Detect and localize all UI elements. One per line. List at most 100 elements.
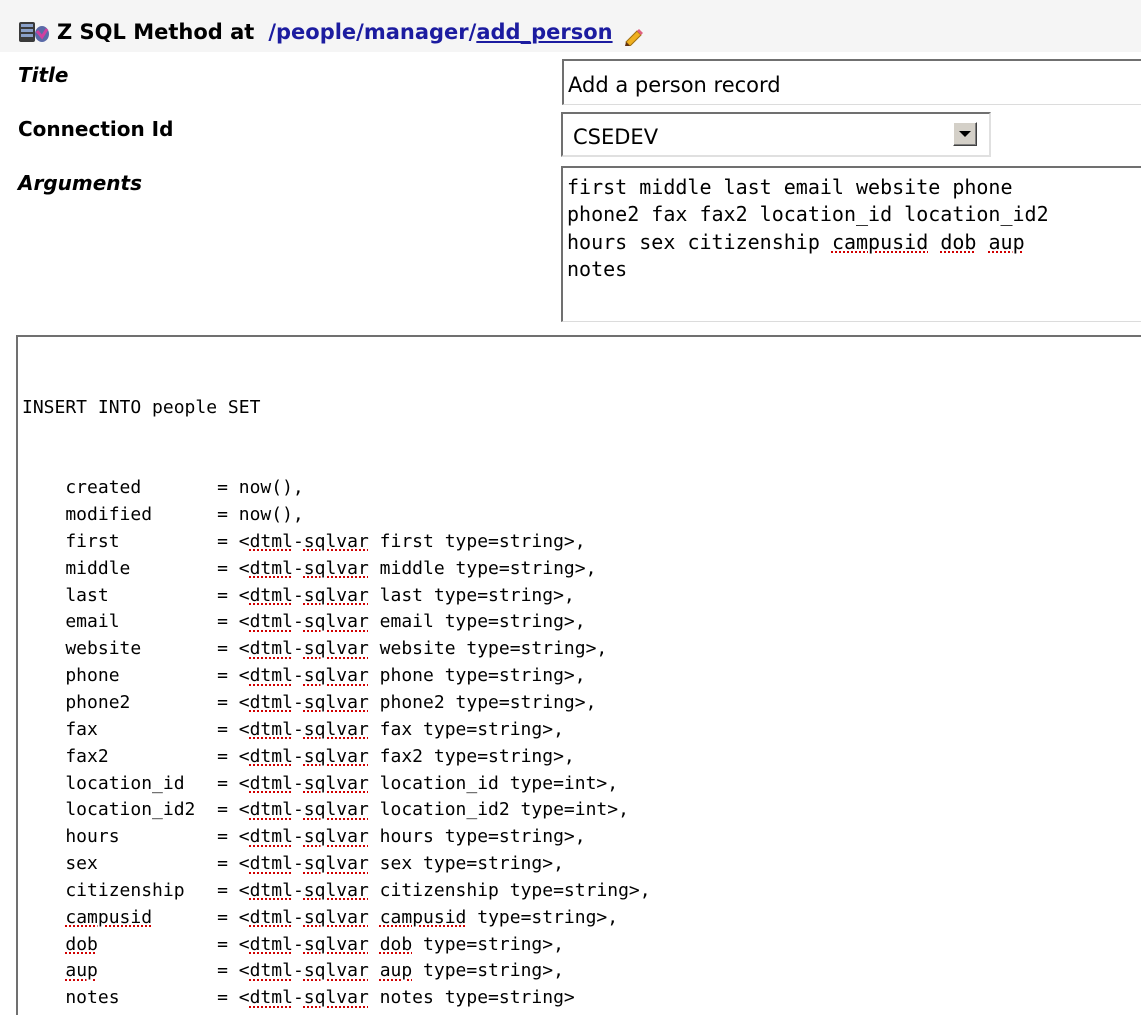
sql-var: fax bbox=[379, 718, 413, 740]
arguments-textarea[interactable]: first middle last email website phone pho… bbox=[561, 166, 1141, 322]
sql-eq: = < bbox=[217, 879, 250, 901]
sql-tag-dtml: dtml bbox=[249, 745, 293, 767]
sql-tag-dtml: dtml bbox=[249, 933, 293, 955]
sql-column-name: aup bbox=[65, 960, 98, 982]
sql-tag-dash: - bbox=[292, 530, 304, 552]
sql-space bbox=[369, 611, 380, 632]
sql-line: website = <dtml-sqlvar website type=stri… bbox=[22, 636, 1141, 663]
sql-var: email bbox=[379, 611, 434, 633]
sql-tag-sqlvar: sqlvar bbox=[303, 691, 369, 713]
sql-tag-dash: - bbox=[292, 879, 304, 901]
arguments-line: notes bbox=[567, 257, 628, 282]
sql-type: type=string>, bbox=[466, 906, 619, 928]
sql-type: type=string>, bbox=[423, 584, 575, 606]
sql-line: fax = <dtml-sqlvar fax type=string>, bbox=[22, 717, 1141, 744]
sql-eq: = < bbox=[217, 530, 250, 552]
sql-tag-dash: - bbox=[292, 584, 304, 606]
sql-eq: = < bbox=[217, 799, 250, 821]
sql-eq: = < bbox=[217, 987, 250, 1009]
sql-tag-dtml: dtml bbox=[249, 718, 293, 740]
sql-tag-dash: - bbox=[292, 557, 304, 579]
sql-line: last = <dtml-sqlvar last type=string>, bbox=[22, 583, 1141, 610]
title-input[interactable]: Add a person record bbox=[562, 59, 1141, 105]
sql-var: last bbox=[379, 584, 424, 606]
sql-value: = now(), bbox=[217, 504, 304, 526]
sql-eq: = < bbox=[217, 826, 250, 848]
sql-line: INSERT INTO people SET bbox=[22, 396, 261, 418]
sql-line: middle = <dtml-sqlvar middle type=string… bbox=[22, 556, 1141, 583]
sql-column: phone2 bbox=[22, 691, 218, 713]
path-prefix: /people/manager/ bbox=[268, 20, 477, 44]
sql-line: aup = <dtml-sqlvar aup type=string>, bbox=[22, 958, 1141, 985]
sql-tag-sqlvar: sqlvar bbox=[303, 826, 369, 848]
sql-var: location_id bbox=[379, 772, 499, 794]
sql-line: campusid = <dtml-sqlvar campusid type=st… bbox=[22, 905, 1141, 932]
sql-type: type=string>, bbox=[433, 530, 586, 552]
sql-space bbox=[369, 934, 380, 955]
sql-type: type=string>, bbox=[444, 557, 597, 579]
sql-var: location_id2 bbox=[379, 799, 510, 821]
sql-var: sex bbox=[379, 853, 413, 875]
sql-tag-sqlvar: sqlvar bbox=[303, 772, 369, 794]
sql-line: notes = <dtml-sqlvar notes type=string> bbox=[22, 985, 1141, 1012]
sql-var: notes bbox=[379, 987, 434, 1009]
sql-line: citizenship = <dtml-sqlvar citizenship t… bbox=[22, 878, 1141, 905]
sql-line: email = <dtml-sqlvar email type=string>, bbox=[22, 609, 1141, 636]
sql-tag-sqlvar: sqlvar bbox=[303, 906, 369, 928]
sql-tag-dtml: dtml bbox=[249, 826, 293, 848]
sql-space bbox=[369, 665, 380, 686]
sql-tag-sqlvar: sqlvar bbox=[303, 638, 369, 660]
sql-type: type=string>, bbox=[412, 960, 564, 982]
sql-tag-dash: - bbox=[292, 799, 304, 821]
sql-column-name: dob bbox=[65, 933, 98, 955]
sql-var: middle bbox=[379, 557, 445, 579]
sql-space bbox=[369, 692, 380, 713]
sql-line: fax2 = <dtml-sqlvar fax2 type=string>, bbox=[22, 744, 1141, 771]
sql-tag-dash: - bbox=[292, 826, 304, 848]
chevron-down-icon[interactable] bbox=[953, 122, 977, 146]
sql-line: hours = <dtml-sqlvar hours type=string>, bbox=[22, 824, 1141, 851]
sql-eq: = < bbox=[217, 718, 250, 740]
argument-word: campusid bbox=[831, 229, 929, 254]
argument-word: sex bbox=[639, 229, 676, 254]
sql-tag-dtml: dtml bbox=[249, 638, 293, 660]
sql-space bbox=[369, 826, 380, 847]
sql-column: sex bbox=[22, 853, 218, 875]
sql-line: created = now(), bbox=[22, 475, 1141, 502]
sql-var: website bbox=[379, 638, 456, 660]
sql-column: dob bbox=[22, 934, 217, 955]
pencil-icon[interactable] bbox=[623, 26, 645, 46]
breadcrumb: Z SQL Method at /people/manager/add_pers… bbox=[18, 17, 645, 47]
arguments-line-text: hours sex citizenship campusid dob aup bbox=[567, 230, 1025, 254]
sql-tag-sqlvar: sqlvar bbox=[303, 799, 369, 821]
sql-tag-dash: - bbox=[292, 960, 304, 982]
sql-tag-dash: - bbox=[292, 906, 304, 928]
sql-space bbox=[369, 638, 380, 659]
sql-template-textarea[interactable]: INSERT INTO people SET created = now(), … bbox=[16, 335, 1141, 1015]
sql-var: first bbox=[379, 530, 434, 552]
sql-tag-dash: - bbox=[292, 933, 304, 955]
connection-id-select[interactable]: CSEDEV bbox=[561, 112, 991, 157]
sql-type: type=string>, bbox=[433, 611, 586, 633]
sql-column: notes bbox=[22, 987, 218, 1009]
sql-var: phone bbox=[379, 665, 434, 687]
title-label: Title bbox=[18, 63, 69, 87]
sql-tag-dtml: dtml bbox=[249, 879, 293, 901]
sql-space bbox=[369, 853, 380, 874]
sql-line: location_id2 = <dtml-sqlvar location_id2… bbox=[22, 797, 1141, 824]
sql-tag-sqlvar: sqlvar bbox=[303, 557, 369, 579]
sql-tag-sqlvar: sqlvar bbox=[303, 718, 369, 740]
sql-tag-dash: - bbox=[292, 772, 304, 794]
argument-word: citizenship bbox=[687, 229, 820, 254]
sql-column: fax2 bbox=[22, 745, 218, 767]
sql-eq: = < bbox=[217, 772, 250, 794]
object-id-link[interactable]: add_person bbox=[476, 20, 612, 44]
sql-tag-sqlvar: sqlvar bbox=[303, 745, 369, 767]
sql-type: type=string>, bbox=[433, 665, 586, 687]
sql-eq: = < bbox=[217, 611, 250, 633]
sql-var: dob bbox=[379, 933, 413, 955]
sql-line: sex = <dtml-sqlvar sex type=string>, bbox=[22, 851, 1141, 878]
sql-type: type=string>, bbox=[498, 879, 651, 901]
sql-line: first = <dtml-sqlvar first type=string>, bbox=[22, 529, 1141, 556]
sql-tag-sqlvar: sqlvar bbox=[303, 853, 369, 875]
